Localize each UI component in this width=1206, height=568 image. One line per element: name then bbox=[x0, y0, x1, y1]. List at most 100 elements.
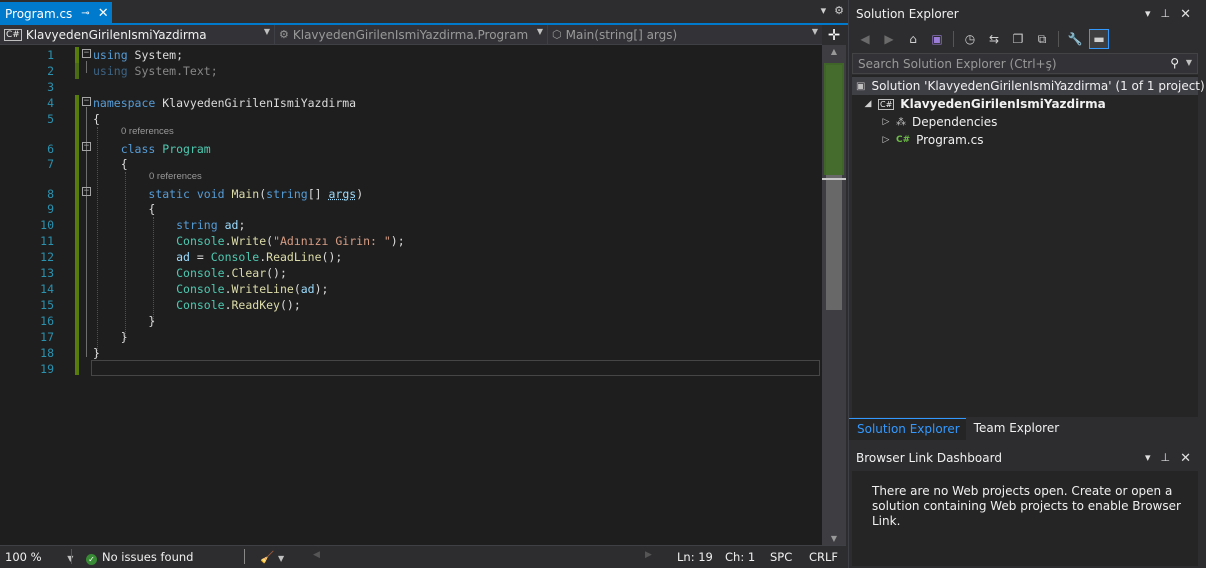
collapsed-triangle-icon[interactable]: ▷ bbox=[880, 135, 892, 145]
line-code: using System.Text; bbox=[93, 63, 218, 79]
code-line[interactable]: 14 Console.WriteLine(ad); bbox=[0, 281, 822, 297]
code-line[interactable]: 3 bbox=[0, 79, 822, 95]
tab-title: Program.cs bbox=[5, 6, 73, 21]
code-token: ad bbox=[300, 282, 315, 296]
code-token: ReadLine bbox=[266, 250, 322, 264]
code-token: [] bbox=[307, 187, 329, 201]
window-position-icon[interactable]: ▾ bbox=[1145, 451, 1151, 466]
class-combo[interactable]: ⚙ KlavyedenGirilenIsmiYazdirma.Program ▼ bbox=[275, 25, 548, 44]
csharp-file-icon: C# bbox=[896, 135, 911, 145]
code-line[interactable]: 17 } bbox=[0, 329, 822, 345]
code-line[interactable]: 4 namespace KlavyedenGirilenIsmiYazdirma bbox=[0, 95, 822, 111]
code-line[interactable]: 13 Console.Clear(); bbox=[0, 265, 822, 281]
code-line[interactable]: 2 using System.Text; bbox=[0, 63, 822, 79]
back-icon[interactable]: ◀ bbox=[855, 29, 875, 49]
code-line[interactable]: 6 class Program bbox=[0, 141, 822, 157]
tab-program-cs[interactable]: Program.cs ⊸ ✕ bbox=[0, 2, 112, 25]
scroll-up-icon[interactable]: ▲ bbox=[822, 47, 846, 56]
tree-item-project[interactable]: ◢ C# KlavyedenGirilenIsmiYazdirma bbox=[852, 95, 1198, 113]
code-line[interactable]: 1 using System; bbox=[0, 47, 822, 63]
tab-strip-actions: ▾ ⚙ bbox=[821, 4, 844, 17]
code-line[interactable]: 18} bbox=[0, 345, 822, 361]
code-line[interactable]: 15 Console.ReadKey(); bbox=[0, 297, 822, 313]
code-line[interactable]: 5{ bbox=[0, 111, 822, 127]
line-code: Console.WriteLine(ad); bbox=[93, 281, 328, 297]
code-token: static bbox=[148, 187, 190, 201]
solution-explorer-titlebar[interactable]: Solution Explorer ▾ ⊥ ✕ bbox=[849, 2, 1201, 26]
code-line[interactable]: 8 static void Main(string[] args) bbox=[0, 186, 822, 202]
line-number: 7 bbox=[47, 157, 54, 171]
code-token: string bbox=[266, 187, 308, 201]
project-combo[interactable]: C# KlavyedenGirilenIsmiYazdirma ▼ bbox=[0, 25, 275, 44]
code-token: Console bbox=[176, 234, 225, 248]
tab-team-explorer[interactable]: Team Explorer bbox=[966, 418, 1066, 440]
split-window-icon[interactable]: ✛ bbox=[822, 25, 846, 45]
line-code: { bbox=[93, 156, 128, 172]
code-cleanup-icon[interactable]: 🧹 ▼ bbox=[260, 550, 284, 564]
close-icon[interactable]: ✕ bbox=[98, 6, 109, 21]
pin-icon[interactable]: ⊥ bbox=[1161, 451, 1171, 466]
codelens-references[interactable]: 0 references bbox=[121, 126, 174, 138]
code-editor[interactable]: − − − − 0 references 0 references 1 using… bbox=[0, 45, 822, 545]
column-indicator[interactable]: Ch: 1 bbox=[725, 550, 755, 564]
close-icon[interactable]: ✕ bbox=[1180, 7, 1191, 22]
chevron-down-icon[interactable]: ▼ bbox=[1186, 58, 1192, 67]
line-indicator[interactable]: Ln: 19 bbox=[677, 550, 713, 564]
code-line[interactable]: 7 { bbox=[0, 156, 822, 172]
zoom-combo[interactable]: 100 % ▼ bbox=[5, 550, 73, 564]
properties-wrench-icon[interactable]: 🔧 bbox=[1065, 29, 1085, 49]
browser-link-titlebar[interactable]: Browser Link Dashboard ▾ ⊥ ✕ bbox=[849, 446, 1201, 470]
home-icon[interactable]: ⌂ bbox=[903, 29, 923, 49]
tree-item-program-cs[interactable]: ▷ C# Program.cs bbox=[852, 131, 1198, 149]
code-line[interactable]: 9 { bbox=[0, 201, 822, 217]
tab-overflow-icon[interactable]: ▾ bbox=[821, 4, 827, 17]
forward-icon[interactable]: ▶ bbox=[879, 29, 899, 49]
preview-selected-items-icon[interactable]: ▬ bbox=[1089, 29, 1109, 49]
horizontal-scroll-left-icon[interactable]: ◀ bbox=[313, 550, 320, 560]
show-all-files-icon[interactable]: ⧉ bbox=[1032, 29, 1052, 49]
line-number: 17 bbox=[40, 330, 54, 344]
pending-changes-filter-icon[interactable]: ◷ bbox=[960, 29, 980, 49]
code-token: string bbox=[176, 218, 218, 232]
gear-icon[interactable]: ⚙ bbox=[834, 4, 844, 17]
line-ending-indicator[interactable]: CRLF bbox=[809, 550, 838, 564]
code-token: WriteLine bbox=[231, 282, 294, 296]
pin-icon[interactable]: ⊥ bbox=[1161, 7, 1171, 22]
member-combo[interactable]: ⬡ Main(string[] args) ▼ bbox=[548, 25, 822, 44]
switch-views-icon[interactable]: ▣ bbox=[927, 29, 947, 49]
member-combo-label: Main(string[] args) bbox=[565, 27, 678, 42]
whitespace-indicator[interactable]: SPC bbox=[770, 550, 792, 564]
code-token: { bbox=[93, 202, 156, 216]
tab-solution-explorer[interactable]: Solution Explorer bbox=[849, 418, 966, 440]
line-code: { bbox=[93, 201, 155, 217]
tree-item-dependencies[interactable]: ▷ ⁂ Dependencies bbox=[852, 113, 1198, 131]
code-token: void bbox=[196, 187, 225, 201]
class-combo-label: KlavyedenGirilenIsmiYazdirma.Program bbox=[292, 27, 529, 42]
pin-icon[interactable]: ⊸ bbox=[81, 8, 89, 19]
collapsed-triangle-icon[interactable]: ▷ bbox=[880, 117, 892, 127]
line-code: namespace KlavyedenGirilenIsmiYazdirma bbox=[93, 95, 356, 111]
code-line[interactable]: 19 bbox=[0, 361, 822, 377]
horizontal-scroll-right-icon[interactable]: ▶ bbox=[645, 550, 652, 560]
code-token: (); bbox=[266, 266, 287, 280]
search-icon[interactable]: ⚲ bbox=[1170, 56, 1179, 70]
codelens-references[interactable]: 0 references bbox=[149, 171, 202, 183]
tree-item-solution[interactable]: ▣ Solution 'KlavyedenGirilenIsmiYazdirma… bbox=[852, 77, 1205, 95]
editor-vertical-scrollbar[interactable]: ▲ ▼ bbox=[822, 45, 846, 545]
code-line[interactable]: 10 string ad; bbox=[0, 217, 822, 233]
code-line[interactable]: 12 ad = Console.ReadLine(); bbox=[0, 249, 822, 265]
code-token: . bbox=[224, 298, 232, 312]
issues-indicator[interactable]: ✓ No issues found bbox=[86, 550, 193, 565]
solution-explorer-search-input[interactable]: Search Solution Explorer (Ctrl+ş) ⚲ ▼ bbox=[852, 53, 1198, 74]
code-line[interactable]: 16 } bbox=[0, 313, 822, 329]
scroll-down-icon[interactable]: ▼ bbox=[822, 534, 846, 543]
collapse-all-icon[interactable]: ❐ bbox=[1008, 29, 1028, 49]
sync-with-document-icon[interactable]: ⇆ bbox=[984, 29, 1004, 49]
document-tab-strip: Program.cs ⊸ ✕ ▾ ⚙ bbox=[0, 0, 848, 25]
window-position-icon[interactable]: ▾ bbox=[1145, 7, 1151, 22]
code-line[interactable]: 11 Console.Write("Adınızı Girin: "); bbox=[0, 233, 822, 249]
close-icon[interactable]: ✕ bbox=[1180, 451, 1191, 466]
line-number: 13 bbox=[40, 266, 54, 280]
scrollbar-change-marker bbox=[824, 63, 844, 175]
expanded-triangle-icon[interactable]: ◢ bbox=[862, 99, 874, 109]
